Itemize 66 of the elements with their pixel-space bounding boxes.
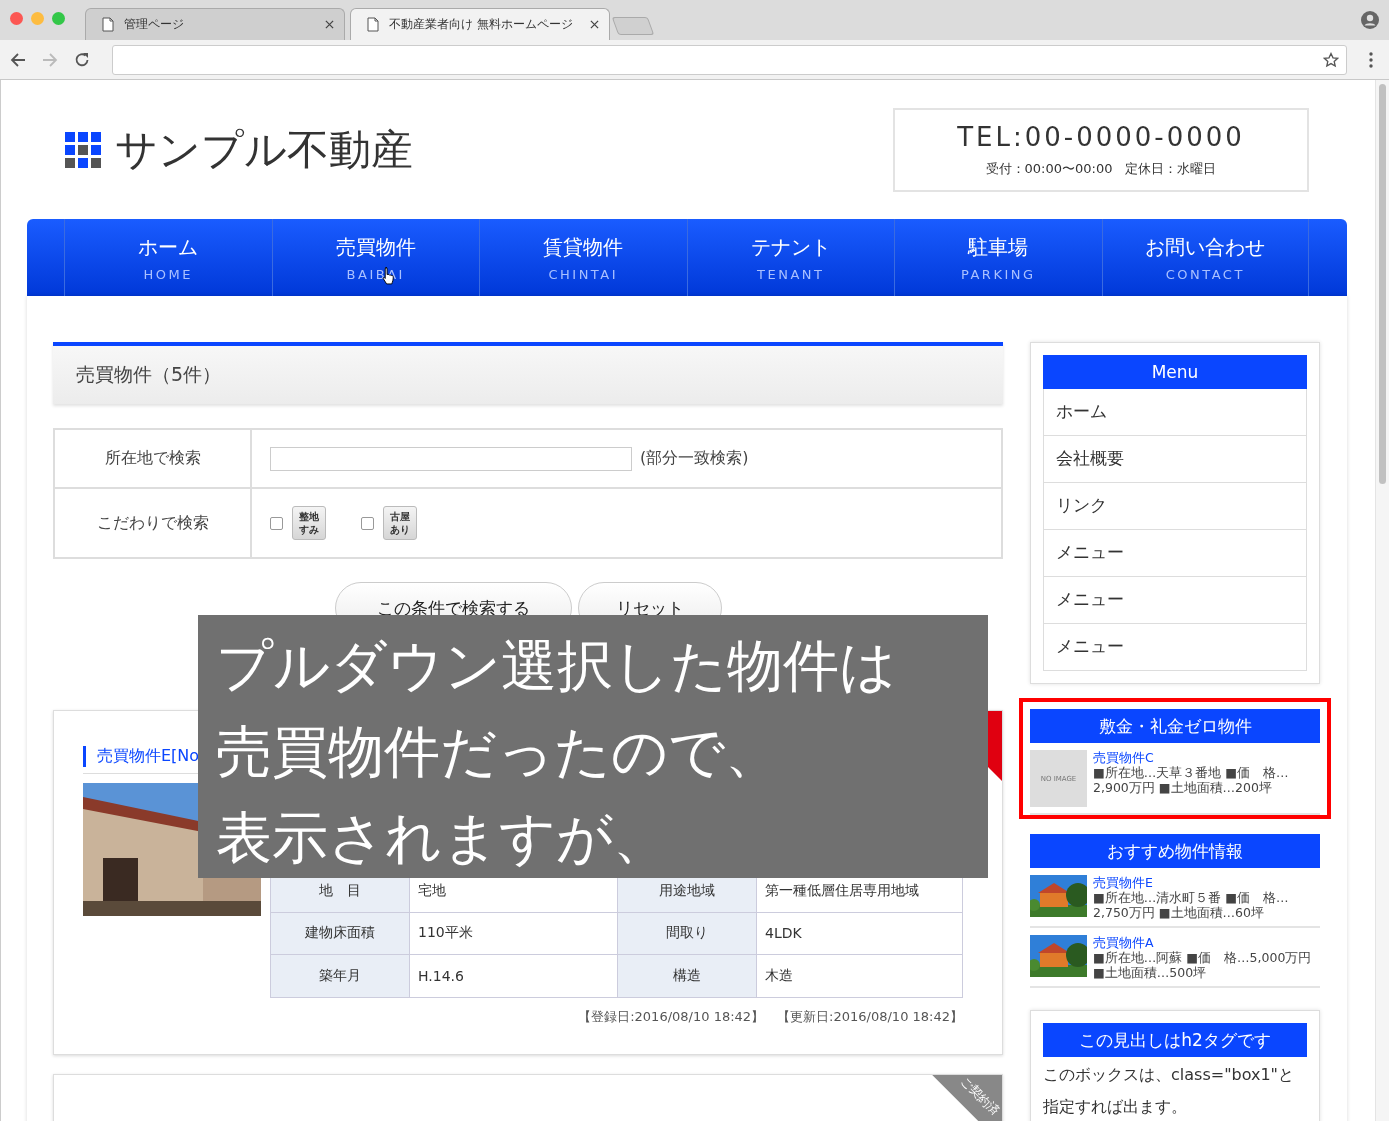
browser-tab[interactable]: 不動産業者向け 無料ホームページ [350,8,610,40]
table-cell: 構造 [617,954,757,998]
menu-item[interactable]: メニュー [1043,624,1307,671]
site-logo[interactable]: サンプル不動産 [115,122,413,178]
menu-item[interactable]: ホーム [1043,389,1307,436]
page-icon [102,17,114,32]
new-tab-button[interactable] [611,17,655,35]
section-heading: 売買物件（5件） [53,342,1003,404]
table-cell: 4LDK [756,912,963,955]
back-icon[interactable] [10,51,26,68]
checkbox[interactable] [270,516,283,530]
reload-icon[interactable] [74,51,90,68]
menu-item[interactable]: リンク [1043,483,1307,530]
menu-heading: Menu [1043,355,1307,389]
scrollbar-thumb[interactable] [1379,84,1386,484]
field-hint: (部分一致検索) [640,448,749,469]
close-icon[interactable] [325,20,334,29]
phone-number: TEL:00-0000-0000 [957,122,1245,152]
checkbox[interactable] [361,516,374,530]
ribbon-label: ご契約済 [958,1074,1002,1118]
property-link[interactable]: 売買物件E [1093,875,1320,890]
table-cell: こだわりで検索 [54,488,251,558]
menu-item[interactable]: メニュー [1043,577,1307,624]
box-heading: この見出しはh2タグです [1043,1023,1307,1057]
listing-dates: 【登録日:2016/08/10 18:42】 【更新日:2016/08/10 18:42】 [577,1007,963,1026]
property-details: ■所在地…清水町５番 ■価 格…2,750万円 ■土地面積…60坪 [1093,890,1290,920]
table-cell: 間取り [617,912,757,955]
table-cell: 110平米 [409,912,618,955]
table-cell: 建物床面積 [270,912,410,955]
tab-title: 管理ページ [124,16,185,33]
nav-item[interactable]: 賃貸物件 CHINTAI [479,219,687,296]
profile-icon[interactable] [1361,11,1379,29]
box-text: このボックスは、class="box1"と指定すれば出ます。 [1043,1064,1295,1118]
browser-tab[interactable]: 管理ページ [85,8,345,40]
table-cell: 木造 [756,954,963,998]
address-field[interactable] [112,44,1347,75]
menu-item[interactable]: 会社概要 [1043,436,1307,483]
menu-icon[interactable] [1369,51,1373,68]
nav-item[interactable]: 駐車場 PARKING [894,219,1102,296]
feature-badge: 古屋あり [383,506,417,540]
business-hours: 受付：00:00〜00:00 定休日：水曜日 [985,160,1217,178]
table-cell: 築年月 [270,954,410,998]
forward-icon[interactable] [42,51,58,68]
logo-grid-icon [65,132,101,168]
panel-heading: 敷金・礼金ゼロ物件 [1030,709,1320,743]
tab-title: 不動産業者向け 無料ホームページ [389,16,574,33]
property-link[interactable]: 売買物件A [1093,935,1320,950]
property-details: ■所在地…阿蘇 ■価 格…5,000万円 ■土地面積…500坪 [1093,950,1313,980]
close-icon[interactable] [590,20,599,29]
nav-item[interactable]: テナント TENANT [686,219,894,296]
maximize-button[interactable] [52,11,65,25]
nav-item[interactable]: ホーム HOME [64,219,272,296]
nav-item[interactable]: お問い合わせ CONTACT [1101,219,1309,296]
property-details: ■所在地…天草３番地 ■価 格…2,900万円 ■土地面積…200坪 [1093,765,1290,795]
table-cell: 所在地で検索 [54,429,251,488]
property-link[interactable]: 売買物件C [1093,750,1320,765]
page-icon [367,17,379,32]
caption-line: 売買物件だったので、 [216,718,781,786]
input-field[interactable] [270,446,632,471]
panel-heading: おすすめ物件情報 [1030,834,1320,868]
caption-line: プルダウン選択した物件は [216,632,896,700]
feature-badge: 整地すみ [292,506,326,540]
table-cell: H.14.6 [409,954,618,998]
menu-item[interactable]: メニュー [1043,530,1307,577]
close-button[interactable] [10,11,23,25]
caption-line: 表示されますが、 [216,804,669,872]
